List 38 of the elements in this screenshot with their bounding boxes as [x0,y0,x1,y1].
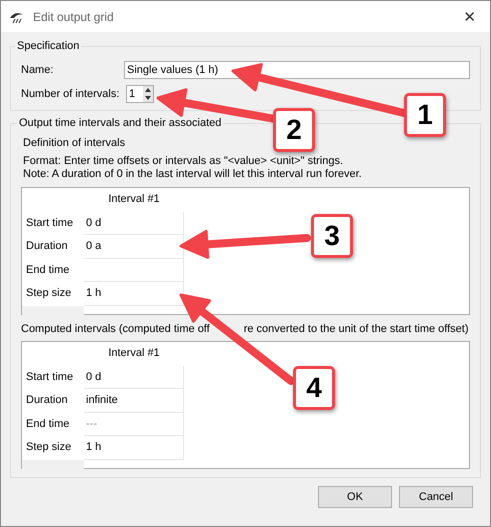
callout-number: 1 [404,93,446,137]
table-cell[interactable]: 1 h [84,436,184,460]
table-cell[interactable]: 0 d [84,366,184,389]
section-heading: re converted to the unit of the start time offset) [244,323,469,335]
dialog-button[interactable]: OK [318,486,392,508]
table-cell[interactable]: 0 d [84,212,184,235]
dialog-button[interactable]: Cancel [399,486,473,508]
column-header: Interval #1 [107,346,161,361]
spin-up-icon[interactable] [144,86,152,92]
callout-number: 2 [273,108,315,152]
row-header: Start time [25,370,74,384]
field-label: Number of intervals: [20,88,120,100]
table-footer [22,460,84,472]
name-field[interactable]: Single values (1 h) [124,60,470,78]
section-heading: Definition of intervals [23,137,126,149]
spin-down-icon[interactable] [144,94,152,100]
table-footer [22,306,84,318]
note-text: Note: A duration of 0 in the last interval will let this interval run forever. [23,168,363,181]
window-title: Edit output grid [33,10,114,24]
row-header: End time [25,262,70,278]
table-cell[interactable]: infinite [84,389,184,412]
note-text: Format: Enter time offsets or intervals as "<value> <unit>" strings. [23,155,344,168]
group-title: Output time intervals and their associated [18,117,222,129]
row-header: Step size [25,286,72,301]
intervals-spinbox[interactable]: 1 [126,84,154,102]
row-header: Duration [25,393,69,408]
row-header: Step size [25,440,72,455]
group-title: Specification [16,40,80,52]
row-header: Start time [25,216,74,230]
callout-number: 4 [293,366,335,410]
column-header: Interval #1 [107,192,161,207]
table-cell[interactable] [84,258,184,282]
close-button[interactable]: ✕ [457,8,482,26]
row-header: End time [25,416,70,432]
row-header: Duration [25,239,69,254]
callout-number: 3 [311,214,353,258]
section-heading: Computed intervals (computed time off [21,323,210,335]
field-label: Name: [20,64,54,76]
